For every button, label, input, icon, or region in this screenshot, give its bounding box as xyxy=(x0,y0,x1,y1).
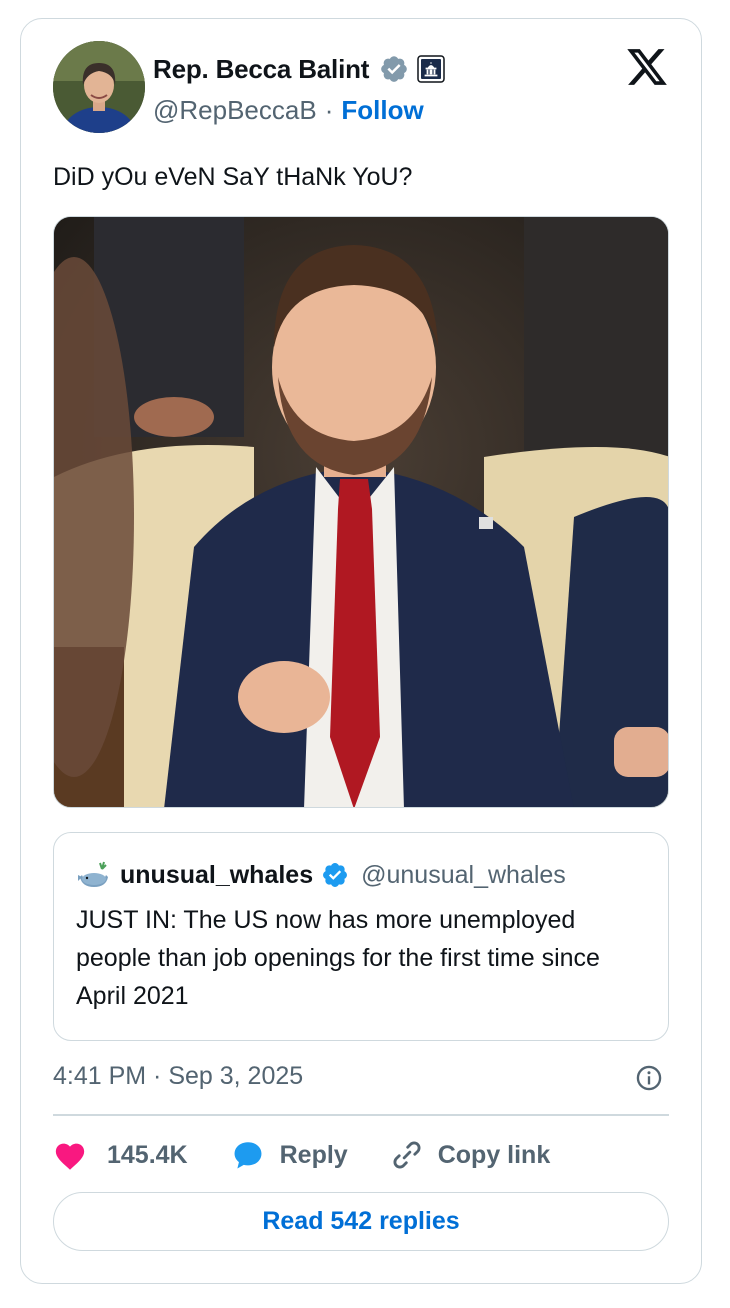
author-handle[interactable]: @RepBeccaB xyxy=(153,95,317,126)
quoted-author-handle[interactable]: @unusual_whales xyxy=(361,861,566,890)
quoted-author-name[interactable]: unusual_whales xyxy=(120,861,313,890)
like-button[interactable]: 145.4K xyxy=(53,1139,188,1171)
handle-separator: · xyxy=(324,95,334,125)
author-avatar[interactable] xyxy=(53,41,145,133)
whale-icon xyxy=(78,861,108,887)
author-name[interactable]: Rep. Becca Balint xyxy=(153,54,369,85)
read-replies-button[interactable]: Read 542 replies xyxy=(53,1192,669,1251)
tweet-timestamp[interactable]: 4:41 PM · Sep 3, 2025 xyxy=(53,1062,303,1091)
follow-button[interactable]: Follow xyxy=(341,95,423,126)
like-count: 145.4K xyxy=(107,1140,188,1169)
copy-link-button[interactable]: Copy link xyxy=(390,1138,551,1172)
heart-icon xyxy=(55,1143,85,1170)
embedded-tweet-card: Rep. Becca Balint @RepBeccaB · Follow Di… xyxy=(20,18,702,1284)
reply-label: Reply xyxy=(279,1140,348,1169)
link-icon xyxy=(393,1141,421,1169)
verified-badge-icon xyxy=(323,863,348,887)
quoted-tweet-text: JUST IN: The US now has more unemployed … xyxy=(76,906,600,1010)
reply-bubble-icon xyxy=(234,1142,262,1169)
action-bar: 145.4K Reply Copy link xyxy=(53,1137,550,1173)
x-logo-icon[interactable] xyxy=(625,45,669,89)
info-icon[interactable] xyxy=(635,1064,663,1092)
reply-button[interactable]: Reply xyxy=(230,1138,348,1172)
capitol-affiliation-icon xyxy=(417,55,445,83)
divider xyxy=(53,1114,669,1116)
tweet-photo[interactable] xyxy=(53,216,669,808)
quoted-tweet[interactable]: unusual_whales @unusual_whales JUST IN: … xyxy=(53,832,669,1041)
copy-link-label: Copy link xyxy=(437,1140,551,1169)
gray-verified-badge-icon xyxy=(381,56,408,82)
tweet-text: DiD yOu eVeN SaY tHaNk YoU? xyxy=(53,163,413,191)
